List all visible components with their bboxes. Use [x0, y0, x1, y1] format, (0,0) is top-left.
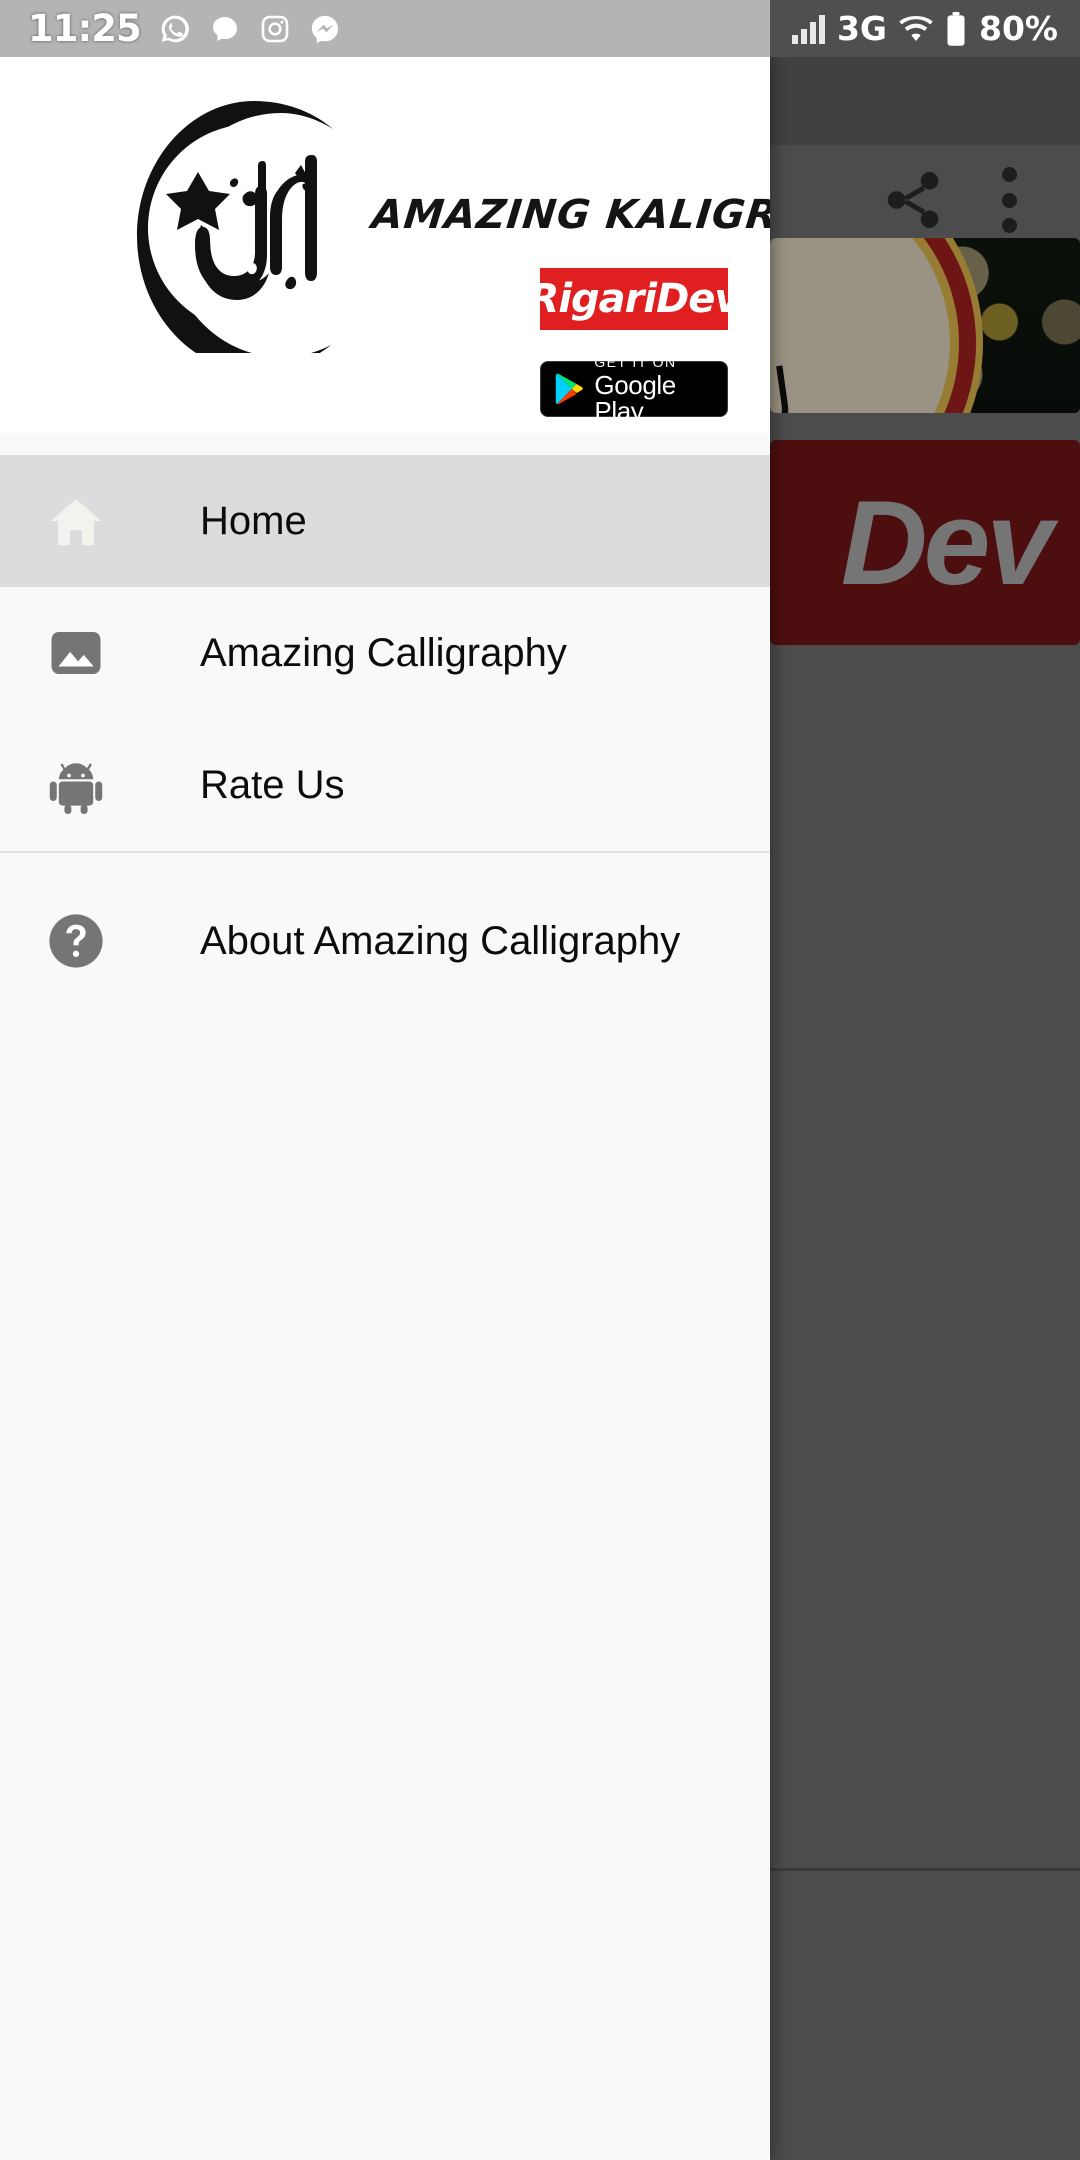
google-play-badge[interactable]: GET IT ON Google Play: [540, 361, 728, 417]
share-icon[interactable]: [880, 167, 946, 233]
play-badge-small-text: GET IT ON: [594, 355, 713, 369]
status-bar-left: 11:25: [0, 0, 770, 57]
calligraphy-plate-image[interactable]: ﻝ: [770, 238, 1080, 413]
instagram-icon: [259, 13, 291, 45]
image-icon: [38, 625, 114, 681]
drawer-item-about-label: About Amazing Calligraphy: [200, 919, 680, 964]
status-bar-right: 3G 80%: [770, 0, 1080, 57]
messenger-icon: [309, 13, 341, 45]
rigaridev-logo-text: Dev: [841, 474, 1049, 612]
battery-percent-label: 80%: [979, 9, 1058, 48]
developer-badge[interactable]: RigariDev: [540, 268, 728, 330]
allah-calligraphy-crescent-logo: [115, 95, 360, 353]
drawer-item-home-label: Home: [200, 499, 307, 544]
drawer-item-amazing-calligraphy[interactable]: Amazing Calligraphy: [0, 587, 770, 719]
drawer-item-amazing-calligraphy-label: Amazing Calligraphy: [200, 631, 567, 676]
drawer-group-spacer: [0, 853, 770, 875]
wifi-icon: [899, 14, 933, 44]
battery-icon: [945, 12, 967, 46]
help-circle-icon: [38, 912, 114, 970]
drawer-item-home[interactable]: Home: [0, 455, 770, 587]
drawer-item-rate-us-label: Rate Us: [200, 763, 345, 808]
google-play-icon: [555, 370, 584, 408]
clock: 11:25: [28, 7, 141, 50]
drawer-item-rate-us[interactable]: Rate Us: [0, 719, 770, 851]
developer-badge-label: RigariDev: [529, 276, 740, 322]
play-badge-large-text: Google Play: [594, 372, 713, 424]
whatsapp-icon: [159, 13, 191, 45]
drawer-header: AMAZING KALIGRAFI RigariDev GET IT ON Go…: [0, 57, 770, 433]
brand-title: AMAZING KALIGRAFI: [370, 192, 770, 238]
rigaridev-logo-image[interactable]: Dev: [770, 440, 1080, 645]
drawer-item-about[interactable]: About Amazing Calligraphy: [0, 875, 770, 1007]
message-icon: [209, 13, 241, 45]
list-divider: [770, 1868, 1080, 1871]
android-robot-icon: [38, 756, 114, 814]
drawer-top-spacer: [0, 433, 770, 455]
status-bar: 11:25 3G 80%: [0, 0, 1080, 57]
overflow-menu-icon[interactable]: [1000, 167, 1018, 233]
signal-bars-icon: [792, 14, 825, 44]
home-icon: [38, 494, 114, 548]
navigation-drawer[interactable]: AMAZING KALIGRAFI RigariDev GET IT ON Go…: [0, 57, 770, 2160]
network-type-label: 3G: [837, 9, 887, 48]
